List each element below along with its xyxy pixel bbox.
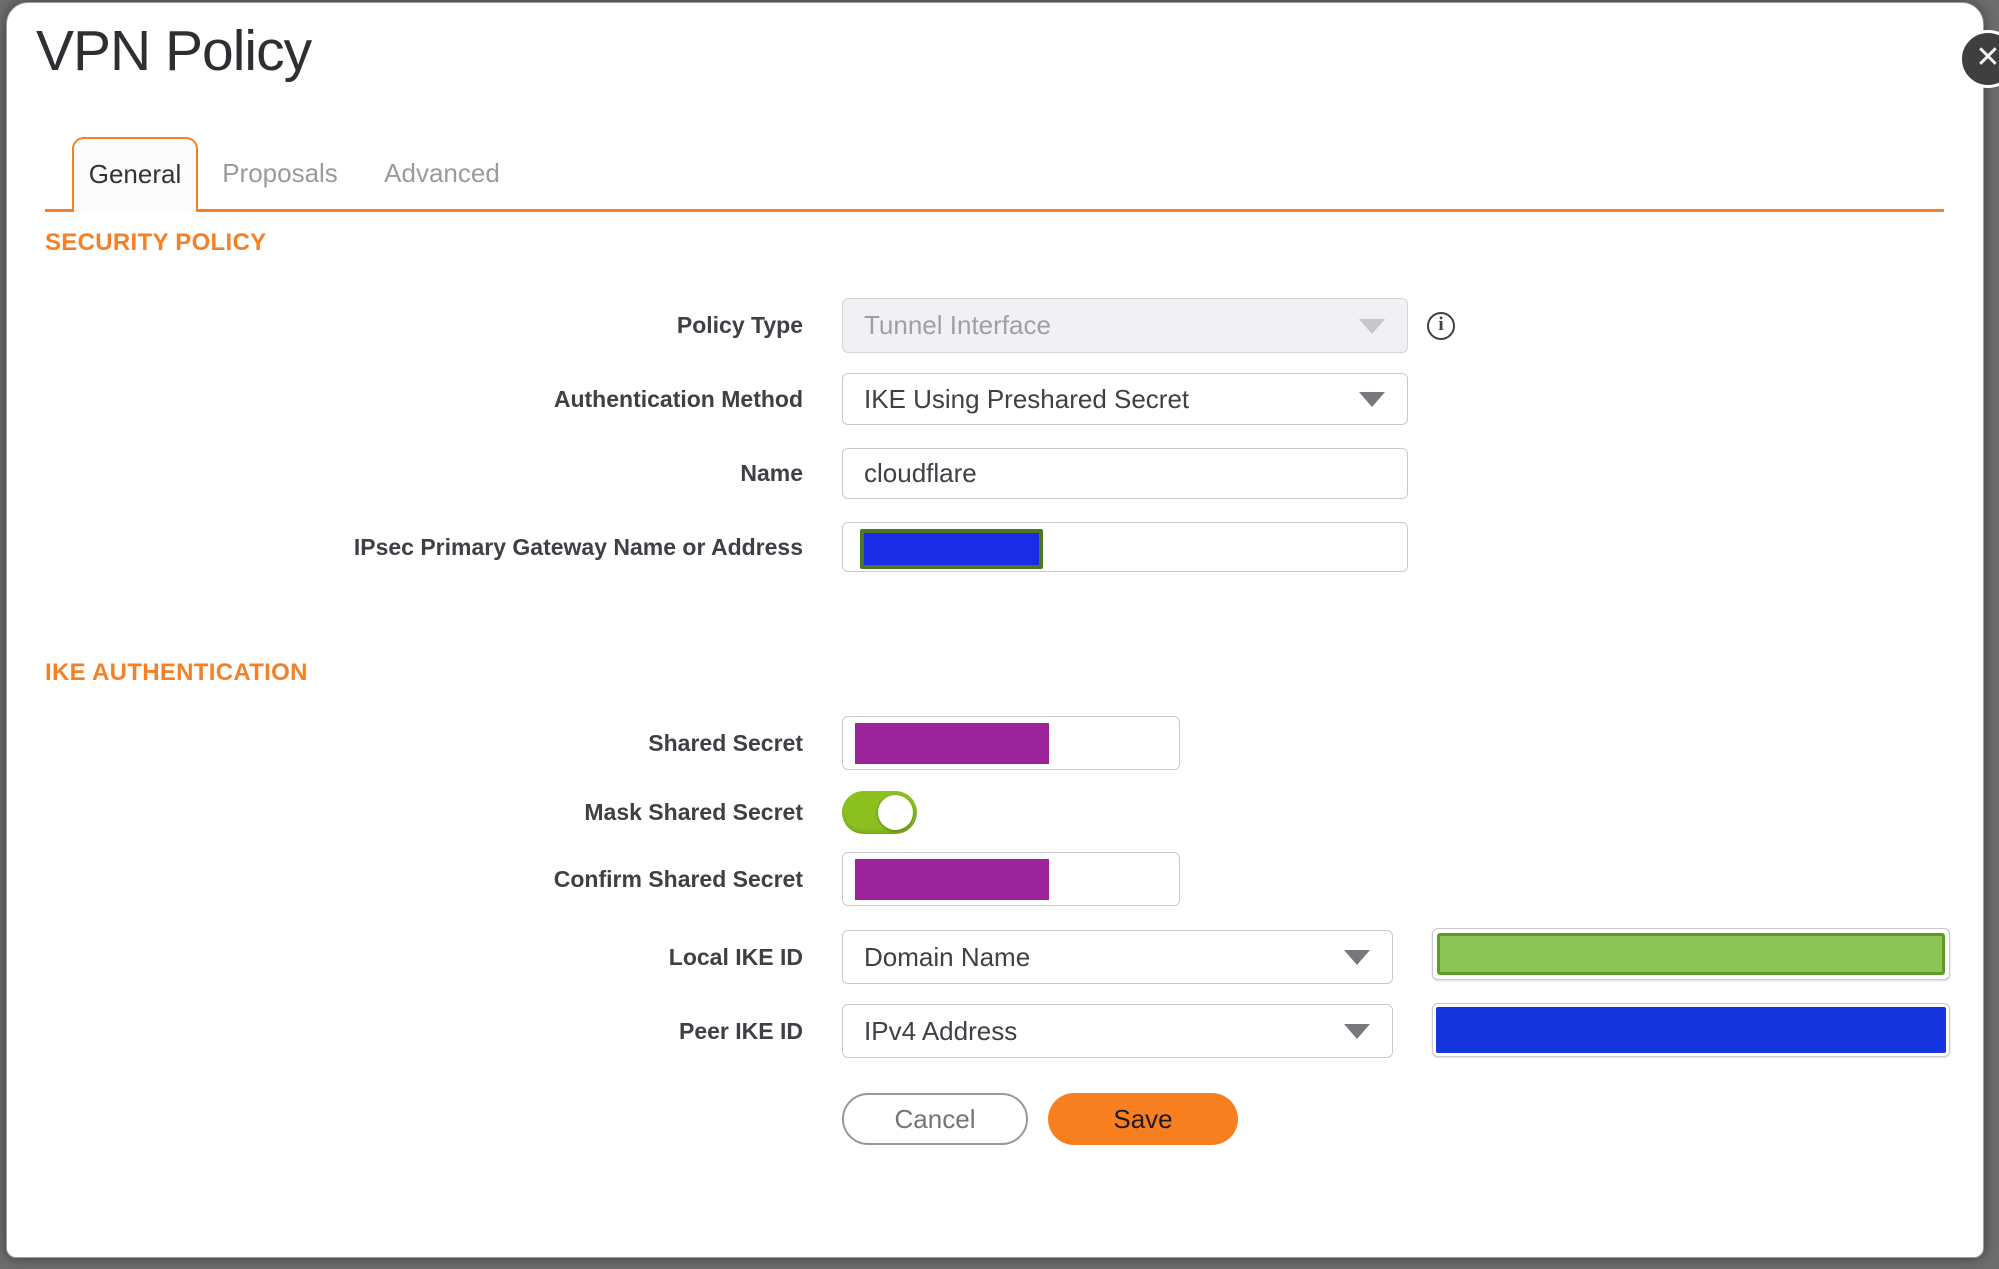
toggle-knob [878,795,913,830]
mask-shared-secret-label: Mask Shared Secret [584,799,803,825]
confirm-shared-secret-input[interactable] [842,852,1180,906]
chevron-down-icon [1344,950,1370,965]
shared-secret-label: Shared Secret [648,730,803,756]
name-input[interactable]: cloudflare [842,448,1408,499]
authentication-method-label: Authentication Method [553,386,803,412]
page-title: VPN Policy [36,19,312,83]
gateway-label: IPsec Primary Gateway Name or Address [353,534,803,560]
gateway-redaction-block [860,529,1043,569]
section-heading-security-policy: SECURITY POLICY [45,229,267,256]
section-heading-ike-authentication: IKE AUTHENTICATION [45,659,308,686]
peer-ike-id-value-input[interactable] [1432,1003,1950,1057]
name-label: Name [740,460,803,486]
authentication-method-select[interactable]: IKE Using Preshared Secret [842,373,1408,425]
local-ike-id-redaction-block [1437,933,1945,975]
mask-shared-secret-toggle[interactable] [842,791,917,834]
tab-general[interactable]: General [72,137,198,212]
name-value: cloudflare [864,458,977,488]
chevron-down-icon [1359,318,1385,334]
policy-type-label: Policy Type [676,312,803,338]
vpn-policy-dialog: VPN Policy ✕ General Proposals Advanced … [0,0,1999,1269]
authentication-method-value: IKE Using Preshared Secret [864,383,1190,414]
cancel-button[interactable]: Cancel [842,1093,1028,1145]
shared-secret-redaction-block [855,723,1049,764]
peer-ike-id-label: Peer IKE ID [679,1018,803,1044]
peer-ike-id-select[interactable]: IPv4 Address [842,1004,1393,1058]
tab-advanced[interactable]: Advanced [362,137,522,210]
tab-underline [45,209,1944,212]
local-ike-id-value-input[interactable] [1432,928,1950,980]
tab-proposals[interactable]: Proposals [200,137,360,210]
chevron-down-icon [1359,392,1385,407]
policy-type-select: Tunnel Interface [842,298,1408,353]
gateway-input[interactable] [842,522,1408,572]
confirm-shared-secret-redaction-block [855,859,1049,900]
peer-ike-id-redaction-block [1436,1007,1946,1053]
policy-type-value: Tunnel Interface [864,310,1051,340]
local-ike-id-label: Local IKE ID [668,944,803,970]
info-icon[interactable]: i [1427,312,1455,340]
local-ike-id-select[interactable]: Domain Name [842,930,1393,984]
peer-ike-id-type-value: IPv4 Address [864,1015,1018,1046]
confirm-shared-secret-label: Confirm Shared Secret [553,866,803,892]
chevron-down-icon [1344,1024,1370,1039]
save-button[interactable]: Save [1048,1093,1238,1145]
local-ike-id-type-value: Domain Name [864,941,1031,972]
shared-secret-input[interactable] [842,716,1180,770]
